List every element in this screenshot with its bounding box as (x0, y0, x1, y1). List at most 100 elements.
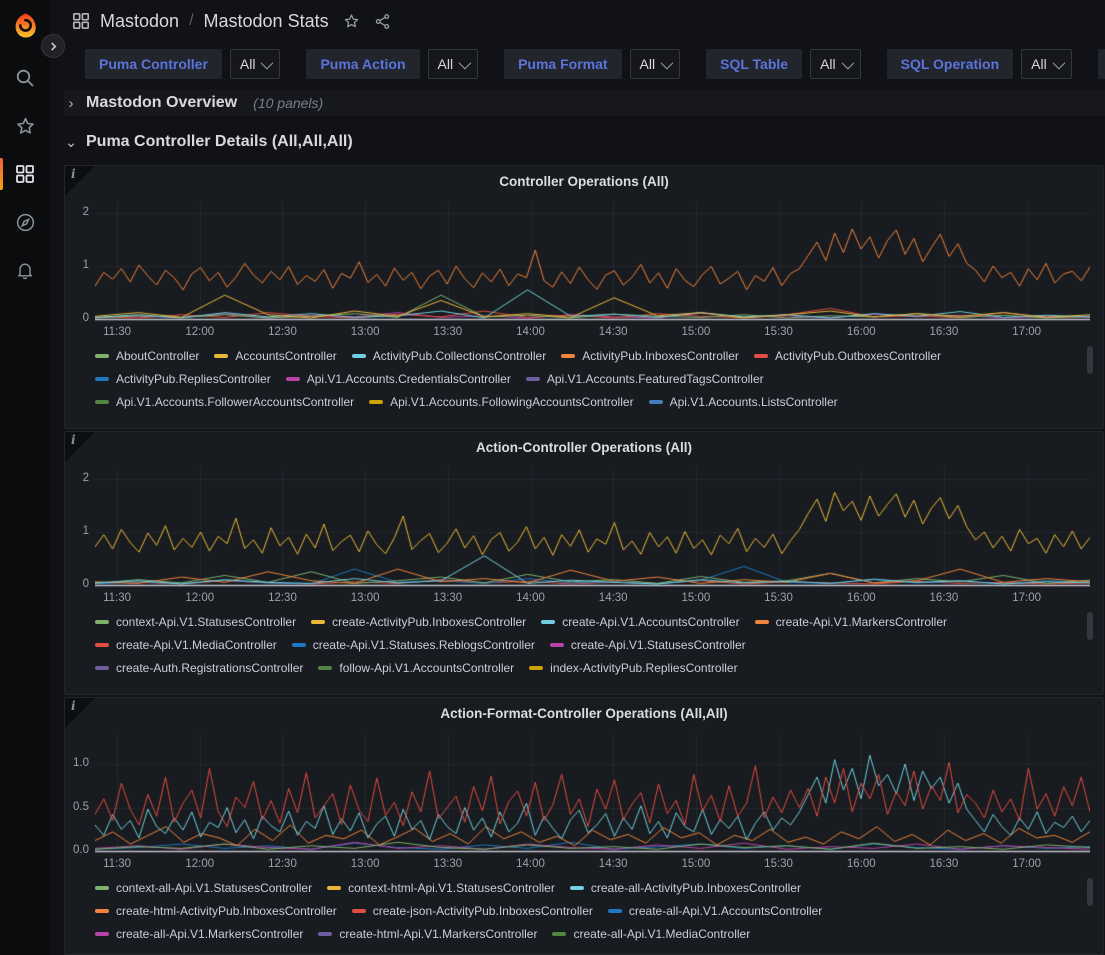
favorite-star-icon[interactable] (343, 13, 360, 30)
row-mastodon-overview[interactable]: › Mastodon Overview (10 panels) (64, 90, 1105, 116)
sidebar-item-alerting[interactable] (0, 248, 50, 292)
x-tick-label: 14:30 (594, 326, 632, 338)
breadcrumb-section[interactable]: Mastodon (100, 11, 179, 32)
chevron-down-icon (1052, 56, 1065, 69)
legend-label: create-Api.V1.Statuses.ReblogsController (313, 638, 535, 652)
legend-item[interactable]: Api.V1.Accounts.CredentialsController (286, 372, 511, 386)
sidebar-item-dashboards[interactable] (0, 152, 50, 196)
compass-icon (15, 212, 36, 233)
filter-label[interactable]: Cache Operation (1098, 49, 1105, 79)
dashboard-main: Mastodon / Mastodon Stats Puma Controlle… (50, 0, 1105, 955)
legend-item[interactable]: Api.V1.Accounts.FeaturedTagsController (526, 372, 764, 386)
legend-item[interactable]: Api.V1.Accounts.FollowingAccountsControl… (369, 395, 633, 409)
legend-row: create-Api.V1.MediaController create-Api.… (95, 633, 1075, 656)
legend-item[interactable]: Api.V1.Accounts.ListsController (649, 395, 838, 409)
legend-item[interactable]: create-json-ActivityPub.InboxesControlle… (352, 904, 593, 918)
legend-label: ActivityPub.OutboxesController (775, 349, 941, 363)
legend-item[interactable]: create-all-ActivityPub.InboxesController (570, 881, 801, 895)
legend-row: context-Api.V1.StatusesController create-… (95, 610, 1075, 633)
time-series-chart[interactable] (95, 466, 1090, 588)
sidebar-expand-button[interactable] (41, 34, 65, 58)
x-tick-label: 13:00 (346, 592, 384, 604)
filter-value-dropdown[interactable]: All (810, 49, 861, 79)
sidebar-item-starred[interactable] (0, 104, 50, 148)
legend-row: Api.V1.Accounts.FollowerAccountsControll… (95, 390, 1075, 413)
x-tick-label: 17:00 (1008, 592, 1046, 604)
time-series-chart[interactable] (95, 200, 1090, 322)
panel-controller-operations: i Controller Operations (All) 012 11:301… (64, 165, 1104, 429)
legend-item[interactable]: create-Api.V1.Statuses.ReblogsController (292, 638, 535, 652)
filter-label[interactable]: SQL Table (706, 49, 802, 79)
legend-item[interactable]: Api.V1.Accounts.FollowerAccountsControll… (95, 395, 354, 409)
legend-scrollbar[interactable] (1087, 346, 1093, 374)
legend-item[interactable]: context-html-Api.V1.StatusesController (327, 881, 555, 895)
time-series-chart[interactable] (95, 732, 1090, 854)
legend-label: create-all-ActivityPub.InboxesController (591, 881, 801, 895)
filter-label[interactable]: Puma Format (504, 49, 621, 79)
legend: AboutController AccountsController Activit… (95, 344, 1075, 413)
filter-value-dropdown[interactable]: All (428, 49, 479, 79)
y-tick-label: 0.5 (65, 801, 89, 813)
variable-filter-row: Puma Controller All Puma Action All Puma… (85, 46, 1105, 82)
x-tick-label: 11:30 (98, 592, 136, 604)
legend-item[interactable]: context-Api.V1.StatusesController (95, 615, 296, 629)
legend-item[interactable]: create-Auth.RegistrationsController (95, 661, 303, 675)
legend-item[interactable]: context-all-Api.V1.StatusesController (95, 881, 312, 895)
x-tick-label: 15:30 (760, 858, 798, 870)
filter-label[interactable]: SQL Operation (887, 49, 1014, 79)
chevron-down-icon (841, 56, 854, 69)
filter-label[interactable]: Puma Action (306, 49, 419, 79)
legend-item[interactable]: create-Api.V1.MediaController (95, 638, 277, 652)
y-tick-label: 2 (65, 206, 89, 218)
chevron-down-icon: ⌄ (64, 133, 78, 151)
sidebar-item-search[interactable] (0, 56, 50, 100)
sidebar (0, 0, 50, 955)
legend-item[interactable]: ActivityPub.CollectionsController (352, 349, 546, 363)
legend-label: create-html-Api.V1.MarkersController (339, 927, 537, 941)
legend-item[interactable]: create-Api.V1.StatusesController (550, 638, 746, 652)
legend-item[interactable]: create-all-Api.V1.MediaController (552, 927, 750, 941)
breadcrumb: Mastodon / Mastodon Stats (72, 6, 391, 36)
filter-label[interactable]: Puma Controller (85, 49, 222, 79)
panel-action-format-controller-operations: i Action-Format-Controller Operations (A… (64, 697, 1104, 955)
legend-item[interactable]: create-Api.V1.MarkersController (755, 615, 947, 629)
legend-row: create-all-Api.V1.MarkersController creat… (95, 922, 1075, 945)
legend-label: AboutController (116, 349, 199, 363)
legend-scrollbar[interactable] (1087, 612, 1093, 640)
x-tick-label: 16:00 (842, 858, 880, 870)
legend-item[interactable]: AccountsController (214, 349, 336, 363)
legend-swatch-icon (214, 354, 228, 358)
dashboards-grid-icon (15, 164, 35, 184)
x-tick-label: 13:30 (429, 858, 467, 870)
panel-title[interactable]: Action-Format-Controller Operations (All… (65, 706, 1103, 721)
legend-item[interactable]: follow-Api.V1.AccountsController (318, 661, 514, 675)
legend-item[interactable]: create-all-Api.V1.AccountsController (608, 904, 822, 918)
panel-title[interactable]: Action-Controller Operations (All) (65, 440, 1103, 455)
legend-item[interactable]: ActivityPub.OutboxesController (754, 349, 941, 363)
filter-value-dropdown[interactable]: All (1021, 49, 1072, 79)
share-icon[interactable] (374, 13, 391, 30)
legend-item[interactable]: create-html-ActivityPub.InboxesControlle… (95, 904, 337, 918)
legend-swatch-icon (95, 377, 109, 381)
sidebar-item-explore[interactable] (0, 200, 50, 244)
legend-label: ActivityPub.CollectionsController (373, 349, 546, 363)
legend-item[interactable]: AboutController (95, 349, 199, 363)
x-tick-label: 14:00 (512, 858, 550, 870)
legend-item[interactable]: create-all-Api.V1.MarkersController (95, 927, 303, 941)
panel-title[interactable]: Controller Operations (All) (65, 174, 1103, 189)
legend-item[interactable]: create-html-Api.V1.MarkersController (318, 927, 537, 941)
legend-item[interactable]: create-ActivityPub.InboxesController (311, 615, 526, 629)
legend-scrollbar[interactable] (1087, 878, 1093, 906)
x-tick-label: 14:00 (512, 592, 550, 604)
legend-item[interactable]: ActivityPub.RepliesController (95, 372, 271, 386)
legend-item[interactable]: create-Api.V1.AccountsController (541, 615, 739, 629)
legend-item[interactable]: ActivityPub.InboxesController (561, 349, 739, 363)
row-puma-controller-details[interactable]: ⌄ Puma Controller Details (All,All,All) (64, 129, 1105, 155)
x-tick-label: 13:00 (346, 858, 384, 870)
filter-value-dropdown[interactable]: All (630, 49, 681, 79)
x-tick-label: 11:30 (98, 858, 136, 870)
grafana-logo-icon (12, 12, 39, 39)
legend-item[interactable]: index-ActivityPub.RepliesController (529, 661, 737, 675)
legend-swatch-icon (529, 666, 543, 670)
filter-value-dropdown[interactable]: All (230, 49, 281, 79)
